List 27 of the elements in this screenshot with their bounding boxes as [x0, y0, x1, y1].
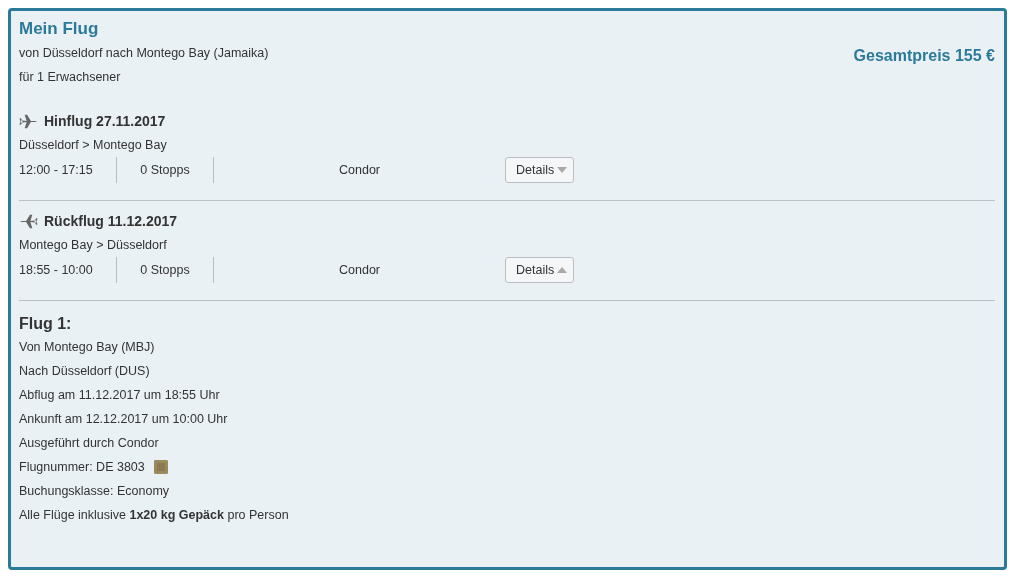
leg-title: Hinflug 27.11.2017: [44, 113, 166, 129]
detail-text: Abflug am 11.12.2017 um 18:55 Uhr: [19, 387, 220, 404]
detail-text: Ausgeführt durch Condor: [19, 435, 159, 452]
detail-text: Ankunft am 12.12.2017 um 10:00 Uhr: [19, 411, 228, 428]
detail-text: Nach Düsseldorf (DUS): [19, 363, 150, 380]
detail-text: Von Montego Bay (MBJ): [19, 339, 155, 356]
card-title: Mein Flug: [19, 18, 100, 40]
passenger-text: für 1 Erwachsener: [19, 69, 122, 86]
airline-name: Condor: [338, 163, 381, 177]
leg-route: Düsseldorf > Montego Bay: [19, 137, 168, 154]
flight-times: 12:00 - 17:15: [19, 157, 117, 183]
leg-title: Rückflug 11.12.2017: [44, 213, 178, 229]
caret-icon: [557, 267, 568, 273]
airline-name: Condor: [338, 263, 381, 277]
detail-text: Alle Flüge inklusive 1x20 kg Gepäck pro Person: [19, 507, 289, 524]
total-price: Gesamtpreis 155 €: [853, 47, 995, 65]
flight-times: 18:55 - 10:00: [19, 257, 117, 283]
route-text: von Düsseldorf nach Montego Bay (Jamaika): [19, 45, 269, 62]
stops-count: 0 Stopps: [117, 157, 214, 183]
details-button[interactable]: Details: [505, 157, 575, 183]
leg-route: Montego Bay > Düsseldorf: [19, 237, 168, 254]
caret-icon: [557, 167, 568, 173]
detail-text: Flugnummer: DE 3803: [19, 459, 145, 476]
detail-text: Buchungsklasse: Economy: [19, 483, 170, 500]
details-button[interactable]: Details: [505, 257, 575, 283]
stops-count: 0 Stopps: [117, 257, 214, 283]
flight-heading: Flug 1:: [19, 314, 73, 334]
